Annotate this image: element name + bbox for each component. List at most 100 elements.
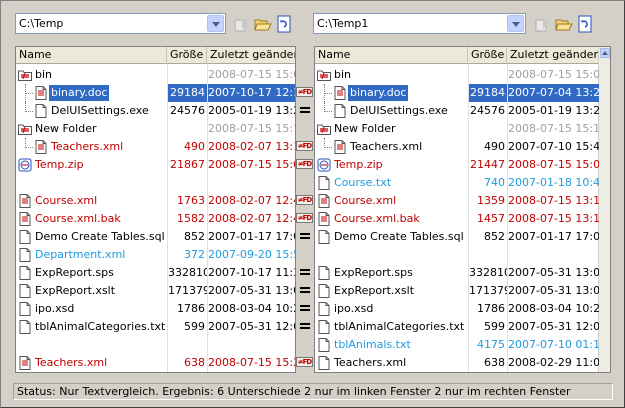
open-folder-icon[interactable] xyxy=(254,15,272,33)
date-cell: 2007-10-17 12:14 xyxy=(208,84,295,102)
left-table-row[interactable]: bin 2008-07-15 15:08 xyxy=(16,66,295,84)
scroll-up-icon[interactable] xyxy=(600,48,610,58)
size-cell: 852 xyxy=(184,230,205,243)
name-cell: Course.txt xyxy=(315,174,467,192)
right-table-row[interactable]: Demo Create Tables.sql 852 2007-01-17 17:0… xyxy=(315,228,610,246)
right-table-row[interactable]: binary.doc 29184 2007-07-04 13:25 xyxy=(315,84,610,102)
right-table-row[interactable]: ExpReport.xslt 171379 2007-05-31 13:01 xyxy=(315,282,610,300)
right-column-header: Name Größe Zuletzt geändert xyxy=(315,47,610,64)
right-table-row[interactable]: New Folder 2008-07-15 15:12 xyxy=(315,120,610,138)
left-path-value: C:\Temp xyxy=(19,17,64,30)
left-table-row[interactable]: binary.doc 291842007-10-17 12:14 xyxy=(16,84,295,102)
right-table-row[interactable]: tblAnimals.txt 4175 2007-07-10 01:15 xyxy=(315,336,610,354)
empty-marker xyxy=(295,173,315,191)
open-folder-icon[interactable] xyxy=(555,15,573,33)
file-icon xyxy=(19,230,31,244)
file-icon xyxy=(318,176,330,190)
right-table-row[interactable] xyxy=(315,246,610,264)
left-table-row[interactable]: ExpReport.xslt 1713792007-05-31 13:01 xyxy=(16,282,295,300)
left-table-row[interactable]: Demo Create Tables.sql 8522007-01-17 17:0… xyxy=(16,228,295,246)
left-table-row[interactable]: tblAnimalCategories.txt 599 2007-05-31 12:… xyxy=(16,318,295,336)
size-cell: 1786 xyxy=(177,302,205,315)
left-table-row[interactable]: Teachers.xml 6382008-07-15 15:23 xyxy=(16,354,295,372)
size-cell: 490 xyxy=(184,140,205,153)
left-table-row[interactable]: Course.xml 17632008-02-07 12:43 xyxy=(16,192,295,210)
date-cell: 2008-07-15 15:12 xyxy=(208,122,295,135)
name-cell: New Folder xyxy=(315,120,467,138)
right-table-row[interactable]: Temp.zip 21447 2008-07-15 15:02 xyxy=(315,156,610,174)
name-cell: Teachers.xml xyxy=(16,354,166,372)
folder-diff-icon xyxy=(317,124,331,135)
col-date-header[interactable]: Zuletzt geändert xyxy=(207,47,295,64)
file-icon xyxy=(19,320,31,334)
file-icon xyxy=(334,104,346,118)
size-cell xyxy=(168,120,207,138)
file-name: Course.xml.bak xyxy=(334,212,420,225)
nav-icon[interactable] xyxy=(534,15,552,33)
empty-marker xyxy=(295,65,315,83)
right-path-combo[interactable]: C:\Temp1 xyxy=(313,13,526,34)
nav-icon[interactable] xyxy=(233,15,251,33)
date-cell: 2008-07-15 15:08 xyxy=(508,68,599,81)
left-file-pane[interactable]: Name Größe Zuletzt geändert bin 2008-07-1… xyxy=(15,46,296,373)
name-cell: Course.xml.bak xyxy=(16,210,166,228)
left-table-row[interactable]: DelUISettings.exe 245762005-01-19 13:26 xyxy=(16,102,295,120)
size-cell: 21867 xyxy=(170,158,205,171)
name-cell: bin xyxy=(315,66,467,84)
file-name: Teachers.xml xyxy=(334,356,407,369)
diff-icon: ≠FD xyxy=(296,195,313,205)
right-table-row[interactable]: Teachers.xml 490 2007-07-10 15:45 xyxy=(315,138,610,156)
left-table-row[interactable]: New Folder 2008-07-15 15:12 xyxy=(16,120,295,138)
date-cell: 2008-02-29 11:06 xyxy=(508,356,599,369)
name-cell xyxy=(16,174,166,192)
file-icon xyxy=(318,266,330,280)
equal-icon xyxy=(295,263,315,281)
size-cell xyxy=(469,246,507,264)
date-cell: 2008-02-07 12:43 xyxy=(208,194,295,207)
chevron-down-icon[interactable] xyxy=(207,15,224,32)
size-cell xyxy=(469,66,507,84)
right-table-row[interactable]: Course.xml 1359 2008-07-15 13:18 xyxy=(315,192,610,210)
file-name: Demo Create Tables.sql xyxy=(334,230,464,243)
right-table-row[interactable]: Course.txt 740 2007-01-18 10:47 xyxy=(315,174,610,192)
name-cell: tblAnimalCategories.txt xyxy=(16,318,166,336)
date-cell: 2008-02-07 12:43 xyxy=(208,212,295,225)
file-name: DelUISettings.exe xyxy=(350,104,448,117)
size-cell xyxy=(168,66,207,84)
left-table-row[interactable]: Department.xml 3722007-09-20 15:55 xyxy=(16,246,295,264)
left-table-row[interactable]: Course.xml.bak 15822008-02-07 12:43 xyxy=(16,210,295,228)
file-icon xyxy=(19,284,31,298)
file-icon xyxy=(19,266,31,280)
right-table-row[interactable]: tblAnimalCategories.txt 599 2007-05-31 12:… xyxy=(315,318,610,336)
file-name: Teachers.xml xyxy=(35,356,108,369)
chevron-down-icon[interactable] xyxy=(507,15,524,32)
right-table-row[interactable]: bin 2008-07-15 15:08 xyxy=(315,66,610,84)
left-table-row[interactable]: ExpReport.sps 3328102007-10-17 11:35 xyxy=(16,264,295,282)
col-date-header[interactable]: Zuletzt geändert xyxy=(507,47,610,64)
right-table-row[interactable]: Course.xml.bak 1457 2008-07-15 13:18 xyxy=(315,210,610,228)
zip-icon xyxy=(18,158,32,172)
folder-diff-icon xyxy=(18,124,32,135)
refresh-icon[interactable] xyxy=(275,15,293,33)
left-table-row[interactable] xyxy=(16,174,295,192)
right-file-pane[interactable]: Name Größe Zuletzt geändert bin 2008-07-1… xyxy=(314,46,611,373)
col-name-header[interactable]: Name xyxy=(16,47,167,64)
right-table-row[interactable]: ExpReport.sps 332810 2007-05-31 13:01 xyxy=(315,264,610,282)
left-table-row[interactable]: Teachers.xml 4902008-02-07 13:12 xyxy=(16,138,295,156)
file-icon xyxy=(19,302,31,316)
right-table-row[interactable]: Teachers.xml 638 2008-02-29 11:06 xyxy=(315,354,610,372)
file-diff-icon xyxy=(334,86,346,100)
col-size-header[interactable]: Größe xyxy=(167,47,207,64)
name-cell: ExpReport.xslt xyxy=(16,282,166,300)
size-cell: 332810 xyxy=(168,266,207,279)
left-table-row[interactable]: Temp.zip 218672008-07-15 15:02 xyxy=(16,156,295,174)
right-table-row[interactable]: ipo.xsd 1786 2008-03-04 10:29 xyxy=(315,300,610,318)
col-name-header[interactable]: Name xyxy=(315,47,468,64)
left-table-row[interactable]: ipo.xsd 17862008-03-04 10:29 xyxy=(16,300,295,318)
col-size-header[interactable]: Größe xyxy=(468,47,507,64)
left-table-row[interactable] xyxy=(16,336,295,354)
refresh-icon[interactable] xyxy=(576,15,594,33)
left-path-combo[interactable]: C:\Temp xyxy=(15,13,226,34)
zip-icon xyxy=(317,158,331,172)
right-table-row[interactable]: DelUISettings.exe 24576 2005-01-19 13:26 xyxy=(315,102,610,120)
